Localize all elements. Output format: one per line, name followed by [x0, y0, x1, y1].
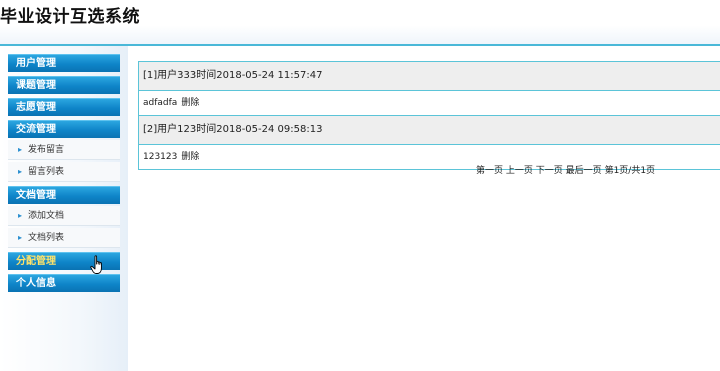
chevron-right-icon: ▸ — [18, 145, 23, 154]
menu-item-post-message[interactable]: ▸ 发布留言 — [8, 140, 120, 160]
menu-item-label: 发布留言 — [28, 145, 65, 155]
menu-personal-info[interactable]: 个人信息 — [8, 274, 120, 292]
chevron-right-icon: ▸ — [18, 233, 23, 242]
system-title: 毕业设计互选系统 — [0, 7, 140, 27]
message-body: adfadfa 删除 — [139, 91, 720, 116]
menu-topic-management[interactable]: 课题管理 — [8, 76, 120, 94]
menu-user-management[interactable]: 用户管理 — [8, 54, 120, 72]
next-page-link[interactable]: 下一页 — [536, 166, 563, 176]
menu-item-label: 添加文档 — [28, 211, 65, 221]
menu-item-document-list[interactable]: ▸ 文档列表 — [8, 228, 120, 248]
chevron-right-icon: ▸ — [18, 167, 23, 176]
page-status: 第1页/共1页 — [604, 166, 656, 176]
prev-page-link[interactable]: 上一页 — [506, 166, 533, 176]
message-table: [1]用户333时间2018-05-24 11:57:47 adfadfa 删除 … — [138, 61, 720, 170]
last-page-link[interactable]: 最后一页 — [566, 166, 602, 176]
header: 毕业设计互选系统 — [0, 0, 720, 46]
delete-link[interactable]: 删除 — [181, 98, 199, 108]
menu-communication-management[interactable]: 交流管理 — [8, 120, 120, 138]
message-content: adfadfa — [143, 98, 178, 108]
hand-cursor-icon — [90, 255, 102, 274]
delete-link[interactable]: 删除 — [181, 152, 199, 162]
menu-item-add-document[interactable]: ▸ 添加文档 — [8, 206, 120, 226]
menu-item-label: 文档列表 — [28, 233, 65, 243]
main-content: [1]用户333时间2018-05-24 11:57:47 adfadfa 删除 … — [138, 61, 720, 170]
menu-preference-management[interactable]: 志愿管理 — [8, 98, 120, 116]
first-page-link[interactable]: 第一页 — [476, 166, 503, 176]
pagination: 第一页 上一页 下一页 最后一页 第1页/共1页 — [476, 163, 655, 176]
menu-item-label: 留言列表 — [28, 167, 65, 177]
menu-item-message-list[interactable]: ▸ 留言列表 — [8, 162, 120, 182]
message-header: [2]用户123时间2018-05-24 09:58:13 — [139, 116, 720, 145]
message-content: 123123 — [143, 152, 178, 162]
chevron-right-icon: ▸ — [18, 211, 23, 220]
menu-document-management[interactable]: 文档管理 — [8, 186, 120, 204]
message-header: [1]用户333时间2018-05-24 11:57:47 — [139, 62, 720, 91]
